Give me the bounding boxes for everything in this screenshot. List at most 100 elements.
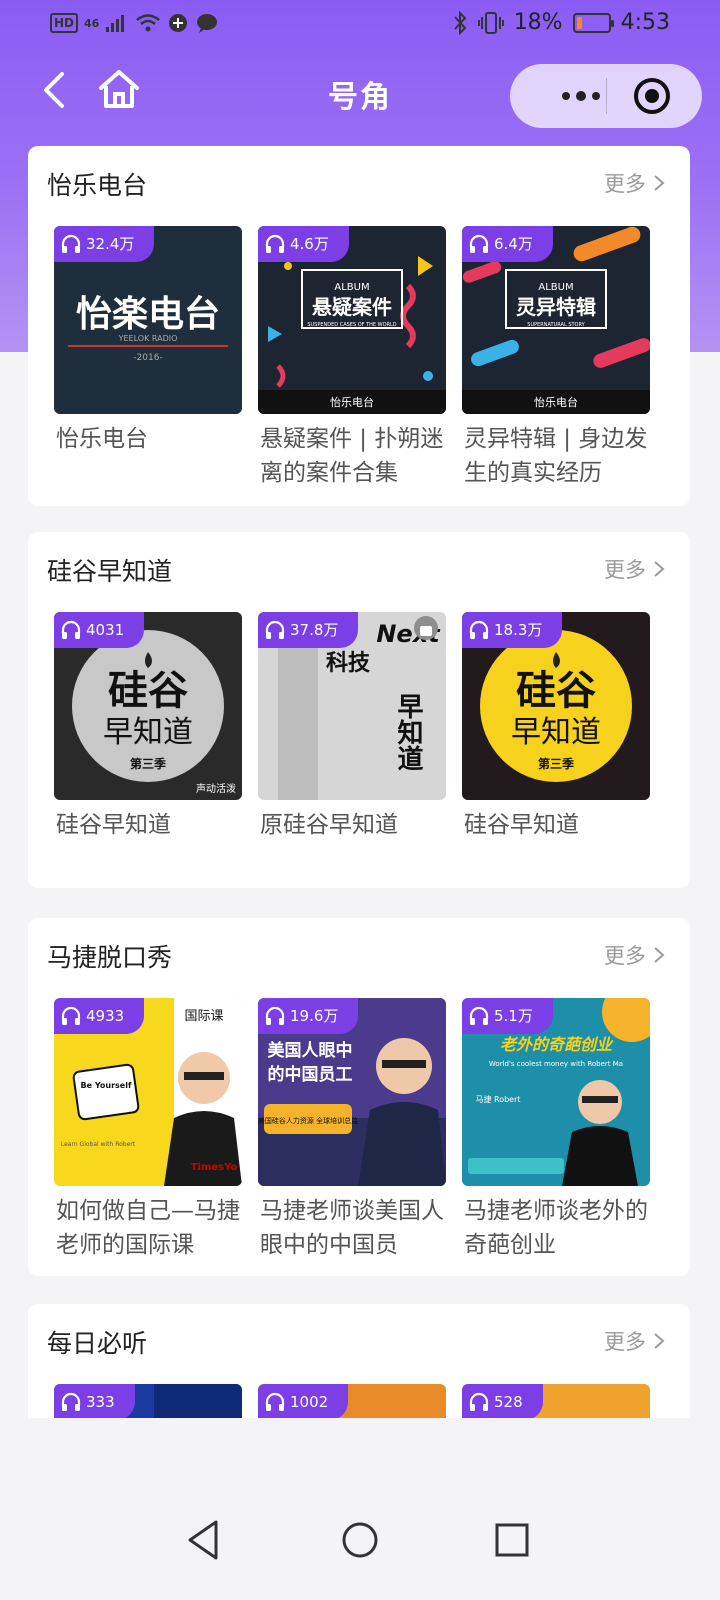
album-item[interactable]: ALBUM 灵异特辑 SUPERNATURAL STORY 怡乐电台 6.4万 …	[462, 226, 650, 490]
nav-home-circle-icon[interactable]	[330, 1510, 390, 1570]
cover-label: ALBUM	[538, 282, 573, 293]
cover-footer: 怡乐电台	[330, 395, 374, 409]
album-item[interactable]: 美国人眼中 的中国员工 美国硅谷人力资源 全球培训总监 19.6万 马捷老师谈美…	[258, 998, 446, 1262]
album-cover[interactable]: 硅谷 早知道 第三季 声动活泼 4031	[54, 612, 242, 800]
album-title[interactable]: 硅谷早知道	[462, 808, 650, 842]
play-count: 19.6万	[290, 1007, 339, 1025]
cover-label: ALBUM	[334, 282, 369, 293]
section-more-button[interactable]: 更多	[604, 168, 666, 198]
album-item[interactable]: 1002	[258, 1384, 446, 1418]
headphones-icon	[469, 1006, 489, 1025]
cover-subtitle: SUPERNATURAL STORY	[527, 322, 585, 328]
album-title[interactable]: 原硅谷早知道	[258, 808, 446, 842]
album-item[interactable]: 333	[54, 1384, 242, 1418]
message-icon	[197, 14, 218, 33]
album-cover[interactable]: 美国人眼中 的中国员工 美国硅谷人力资源 全球培训总监 19.6万	[258, 998, 446, 1186]
battery-percent: 18%	[513, 10, 563, 35]
album-cover[interactable]: 1002	[258, 1384, 446, 1418]
cover-bubble: Be Yourself	[81, 1081, 132, 1090]
album-title[interactable]: 硅谷早知道	[54, 808, 242, 842]
cover-title: 国际课	[184, 1009, 223, 1024]
album-item[interactable]: 硅谷 早知道 第三季 声动活泼 4031 硅谷早知道	[54, 612, 242, 842]
album-title[interactable]: 马捷老师谈美国人眼中的中国员	[258, 1194, 446, 1262]
vibrate-icon	[477, 11, 504, 34]
headphones-icon	[265, 234, 285, 253]
album-item[interactable]: 硅谷 早知道 第三季 18.3万 硅谷早知道	[462, 612, 650, 842]
more-menu-icon[interactable]	[538, 64, 624, 128]
cover-subtitle: SUSPENDED CASES OF THE WORLD	[307, 322, 396, 328]
cover-logo: 声动活泼	[196, 782, 236, 795]
play-count-badge: 333	[54, 1384, 135, 1418]
cover-title: 美国人眼中	[268, 1040, 353, 1061]
album-title[interactable]: 灵异特辑 | 身边发生的真实经历	[462, 422, 650, 490]
cover-caption: Learn Global with Robert	[61, 1141, 136, 1148]
album-item[interactable]: Next 科技 早知道 37.8万 原硅谷早知道	[258, 612, 446, 842]
album-cover[interactable]: 333	[54, 1384, 242, 1418]
mini-program-capsule	[510, 64, 702, 128]
close-miniprogram-icon[interactable]	[628, 72, 676, 120]
section-more-button[interactable]: 更多	[604, 940, 666, 970]
album-item[interactable]: 国际课 Be Yourself TimesYo Learn Global wit…	[54, 998, 242, 1262]
play-count: 6.4万	[494, 235, 533, 253]
vpn-icon	[169, 14, 188, 32]
cover-title-2: 早知道	[103, 715, 193, 750]
album-cover[interactable]: 怡楽电台 YEELOK RADIO -2016- 32.4万	[54, 226, 242, 414]
play-count-badge: 37.8万	[258, 612, 359, 648]
headphones-icon	[469, 1392, 489, 1411]
bluetooth-icon	[453, 10, 467, 35]
section-more-button[interactable]: 更多	[604, 1326, 666, 1356]
album-title[interactable]: 悬疑案件 | 扑朔迷离的案件合集	[258, 422, 446, 490]
album-cover[interactable]: 硅谷 早知道 第三季 18.3万	[462, 612, 650, 800]
nav-back-triangle-icon[interactable]	[176, 1510, 236, 1570]
cover-subtitle: World's coolest money with Robert Ma	[489, 1060, 623, 1068]
album-item[interactable]: 怡楽电台 YEELOK RADIO -2016- 32.4万 怡乐电台	[54, 226, 242, 456]
cover-title: 灵异特辑	[516, 295, 596, 319]
nav-bar: 号角	[0, 58, 720, 128]
headphones-icon	[61, 234, 81, 253]
cover-title-2: 早知道	[511, 715, 601, 750]
album-title[interactable]: 马捷老师谈老外的奇葩创业	[462, 1194, 650, 1262]
status-left: HD 46	[50, 12, 219, 34]
play-count: 37.8万	[290, 621, 339, 639]
cover-name: 马捷 Robert	[475, 1094, 520, 1104]
content-scroll[interactable]: 怡乐电台 更多 怡楽电台 YEELOK RADIO -2016- 32.4万 怡…	[0, 146, 720, 1418]
cover-title-2: 早知道	[393, 693, 423, 771]
cover-subtitle: YEELOK RADIO	[118, 334, 178, 343]
headphones-icon	[469, 620, 489, 639]
play-count-badge: 5.1万	[462, 998, 553, 1034]
album-item[interactable]: ALBUM 悬疑案件 SUSPENDED CASES OF THE WORLD …	[258, 226, 446, 490]
cover-footer: 怡乐电台	[534, 395, 578, 409]
cover-title: 老外的奇葩创业	[500, 1035, 614, 1054]
album-title[interactable]: 怡乐电台	[54, 422, 242, 456]
album-cover[interactable]: ALBUM 灵异特辑 SUPERNATURAL STORY 怡乐电台 6.4万	[462, 226, 650, 414]
play-count: 1002	[290, 1393, 329, 1411]
nav-recents-square-icon[interactable]	[482, 1510, 542, 1570]
play-count-badge: 18.3万	[462, 612, 563, 648]
cover-tag: 美国硅谷人力资源 全球培训总监	[258, 1116, 358, 1125]
system-nav-bar	[0, 1480, 720, 1600]
section-more-button[interactable]: 更多	[604, 554, 666, 584]
signal-icon	[106, 15, 125, 32]
play-count-badge: 32.4万	[54, 226, 155, 262]
album-item[interactable]: 528	[462, 1384, 650, 1418]
cover-title: 科技	[326, 651, 371, 676]
hd-icon: HD	[50, 13, 79, 33]
album-cover[interactable]: 528	[462, 1384, 650, 1418]
play-count: 4031	[86, 621, 125, 639]
album-title[interactable]: 如何做自己—马捷老师的国际课	[54, 1194, 242, 1262]
album-cover[interactable]: ALBUM 悬疑案件 SUSPENDED CASES OF THE WORLD …	[258, 226, 446, 414]
section-title: 马捷脱口秀	[47, 943, 173, 972]
cover-title: 硅谷	[108, 668, 188, 714]
play-count: 333	[86, 1393, 115, 1411]
headphones-icon	[265, 1392, 285, 1411]
play-count-badge: 4031	[54, 612, 145, 648]
album-cover[interactable]: Next 科技 早知道 37.8万	[258, 612, 446, 800]
section-title: 硅谷早知道	[47, 557, 173, 586]
chevron-right-icon	[654, 175, 665, 191]
chevron-right-icon	[654, 947, 665, 963]
more-label: 更多	[604, 558, 646, 582]
album-cover[interactable]: 老外的奇葩创业 World's coolest money with Rober…	[462, 998, 650, 1186]
battery-icon	[572, 12, 614, 33]
album-cover[interactable]: 国际课 Be Yourself TimesYo Learn Global wit…	[54, 998, 242, 1186]
album-item[interactable]: 老外的奇葩创业 World's coolest money with Rober…	[462, 998, 650, 1262]
